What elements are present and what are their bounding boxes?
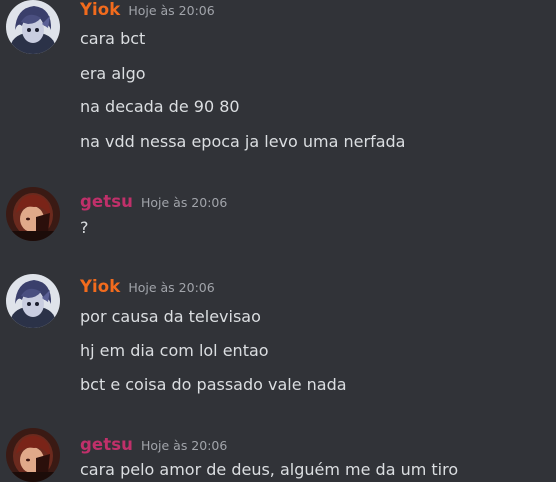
- message-header: Yiok Hoje às 20:06: [80, 0, 215, 22]
- message-line: bct e coisa do passado vale nada: [80, 375, 347, 394]
- message-line: cara pelo amor de deus, alguém me da um …: [80, 460, 459, 479]
- message-line: na vdd nessa epoca ja levo uma nerfada: [80, 132, 406, 151]
- yiok-avatar-icon: [6, 274, 60, 328]
- message-line: cara bct: [80, 29, 146, 48]
- user-avatar-getsu[interactable]: [6, 187, 60, 241]
- message-line: hj em dia com lol entao: [80, 341, 269, 360]
- user-avatar-yiok[interactable]: [6, 274, 60, 328]
- user-avatar-yiok[interactable]: [6, 0, 60, 54]
- yiok-avatar-icon: [6, 0, 60, 54]
- message-timestamp: Hoje às 20:06: [128, 280, 215, 295]
- message-line: era algo: [80, 64, 146, 83]
- getsu-avatar-icon: [6, 187, 60, 241]
- message-line: na decada de 90 80: [80, 97, 240, 116]
- message-timestamp: Hoje às 20:06: [140, 195, 228, 210]
- chat-message-list: Yiok Hoje às 20:06 cara bct era algo na …: [0, 0, 556, 482]
- username-label[interactable]: getsu: [80, 435, 133, 454]
- user-avatar-getsu[interactable]: [6, 428, 60, 482]
- message-timestamp: Hoje às 20:06: [140, 438, 228, 453]
- message-timestamp: Hoje às 20:06: [128, 3, 215, 18]
- username-label[interactable]: Yiok: [80, 277, 120, 296]
- message-header: getsu Hoje às 20:06: [80, 435, 227, 457]
- message-header: Yiok Hoje às 20:06: [80, 277, 215, 299]
- getsu-avatar-icon: [6, 428, 60, 482]
- message-line: por causa da televisao: [80, 307, 261, 326]
- username-label[interactable]: getsu: [80, 192, 133, 211]
- message-line: ?: [80, 218, 89, 237]
- message-header: getsu Hoje às 20:06: [80, 192, 227, 214]
- username-label[interactable]: Yiok: [80, 0, 120, 19]
